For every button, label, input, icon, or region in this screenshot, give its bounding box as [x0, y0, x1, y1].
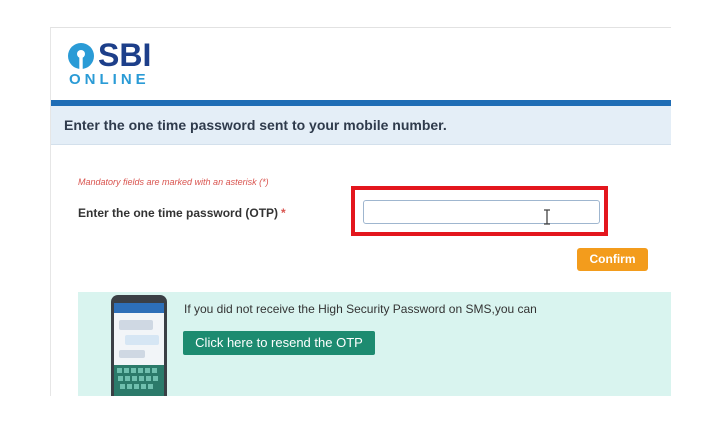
resend-otp-message: If you did not receive the High Security…	[184, 302, 537, 316]
logo-online-text: ONLINE	[69, 71, 150, 88]
sbi-online-logo[interactable]: SBI ONLINE	[67, 37, 187, 90]
mandatory-fields-note: Mandatory fields are marked with an aste…	[78, 177, 269, 187]
required-asterisk: *	[281, 206, 286, 220]
otp-page: SBI ONLINE Enter the one time password s…	[50, 27, 671, 396]
smartphone-icon	[111, 295, 167, 396]
otp-highlight-frame	[351, 186, 608, 236]
logo-sbi-text: SBI	[98, 37, 152, 73]
otp-label-text: Enter the one time password (OTP)	[78, 206, 279, 220]
otp-input[interactable]	[363, 200, 600, 224]
text-cursor-icon	[544, 209, 550, 225]
sbi-keyhole-logo-icon	[68, 43, 94, 70]
page-title: Enter the one time password sent to your…	[64, 117, 447, 133]
resend-otp-button[interactable]: Click here to resend the OTP	[183, 331, 375, 355]
page-title-band: Enter the one time password sent to your…	[51, 106, 671, 145]
resend-otp-panel: If you did not receive the High Security…	[78, 292, 671, 396]
confirm-button[interactable]: Confirm	[577, 248, 648, 271]
otp-field-label: Enter the one time password (OTP) *	[78, 206, 286, 220]
